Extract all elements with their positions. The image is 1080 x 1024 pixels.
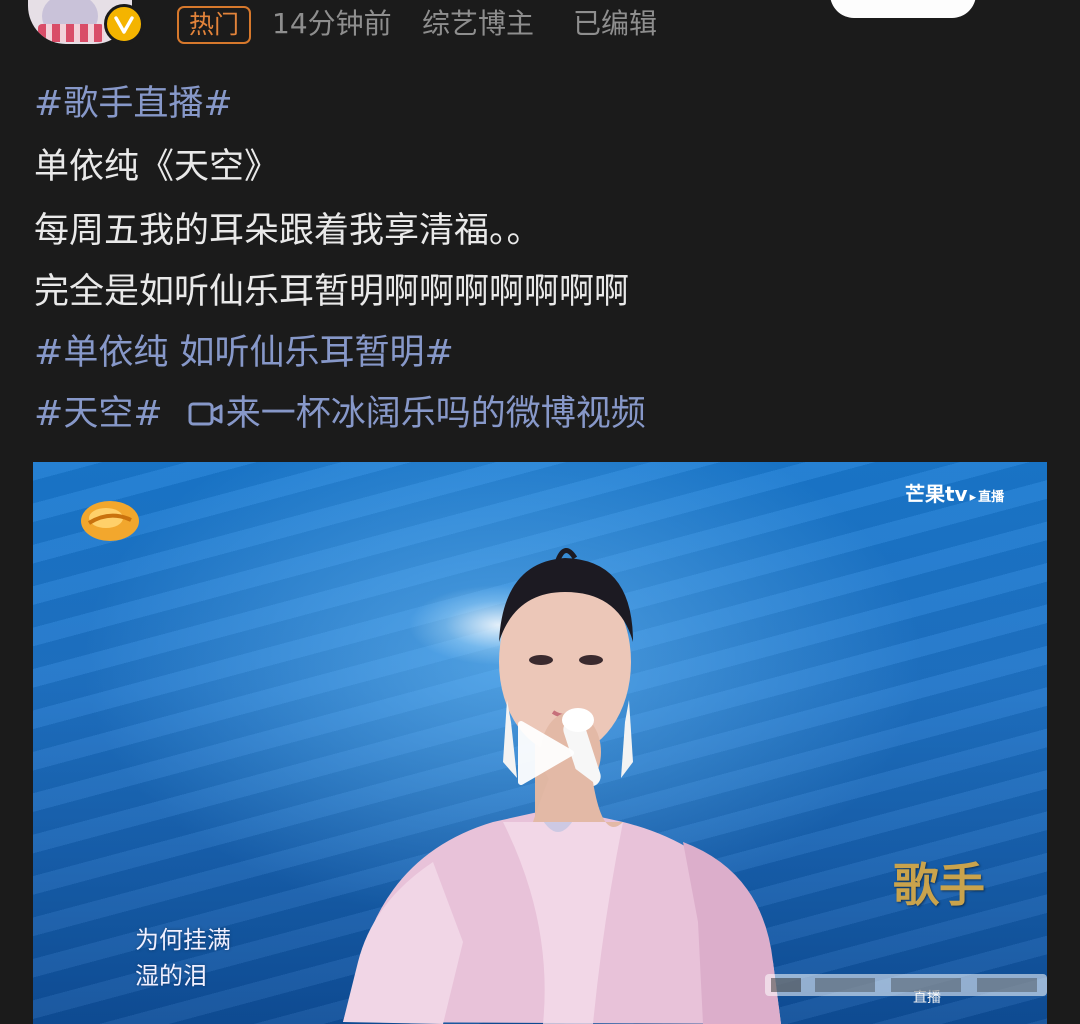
- singer-show-logo: 歌手: [893, 858, 985, 912]
- play-icon[interactable]: [513, 718, 577, 788]
- post-text-line: #天空# 来一杯冰阔乐吗的微博视频: [34, 392, 646, 440]
- topic-tag-shan-yichun[interactable]: #单依纯 如听仙乐耳暂明#: [34, 331, 454, 375]
- edit-status[interactable]: 已编辑: [573, 6, 657, 42]
- mango-tv-logo: 芒果tv ▸ 直播: [905, 482, 1005, 506]
- video-player[interactable]: 芒果tv ▸ 直播 为何挂满 湿的泪 歌手 直播: [33, 462, 1047, 1024]
- hunan-tv-logo-icon: [81, 501, 139, 541]
- weibo-post: 热门 14分钟前 综艺博主 已编辑 #歌手直播# 单依纯《天空》 每周五我的耳朵…: [0, 0, 1080, 1024]
- post-text-line: 单依纯《天空》: [34, 147, 280, 187]
- topic-tag-singer-live[interactable]: #歌手直播#: [34, 82, 233, 126]
- post-text-line: 每周五我的耳朵跟着我享清福。。: [34, 211, 542, 251]
- lyrics-subtitle-line-1: 为何挂满: [135, 926, 231, 954]
- lyrics-subtitle-line-2: 湿的泪: [135, 962, 207, 990]
- post-text-line: 完全是如听仙乐耳暂明啊啊啊啊啊啊啊: [34, 272, 630, 312]
- video-camera-icon: [188, 396, 224, 440]
- weibo-watermark-icon: [765, 974, 1047, 996]
- verified-badge-icon: [104, 4, 144, 44]
- post-time: 14分钟前: [272, 7, 392, 40]
- video-link[interactable]: 来一杯冰阔乐吗的微博视频: [226, 394, 646, 434]
- author-category: 综艺博主: [422, 7, 535, 40]
- mango-tv-label: 芒果tv: [905, 482, 968, 506]
- topic-tag-sky[interactable]: #天空#: [34, 394, 163, 434]
- follow-button[interactable]: [830, 0, 976, 18]
- live-status-label: 直播: [978, 490, 1005, 505]
- avatar-pattern: [38, 24, 104, 42]
- hot-tag: 热门: [177, 6, 252, 44]
